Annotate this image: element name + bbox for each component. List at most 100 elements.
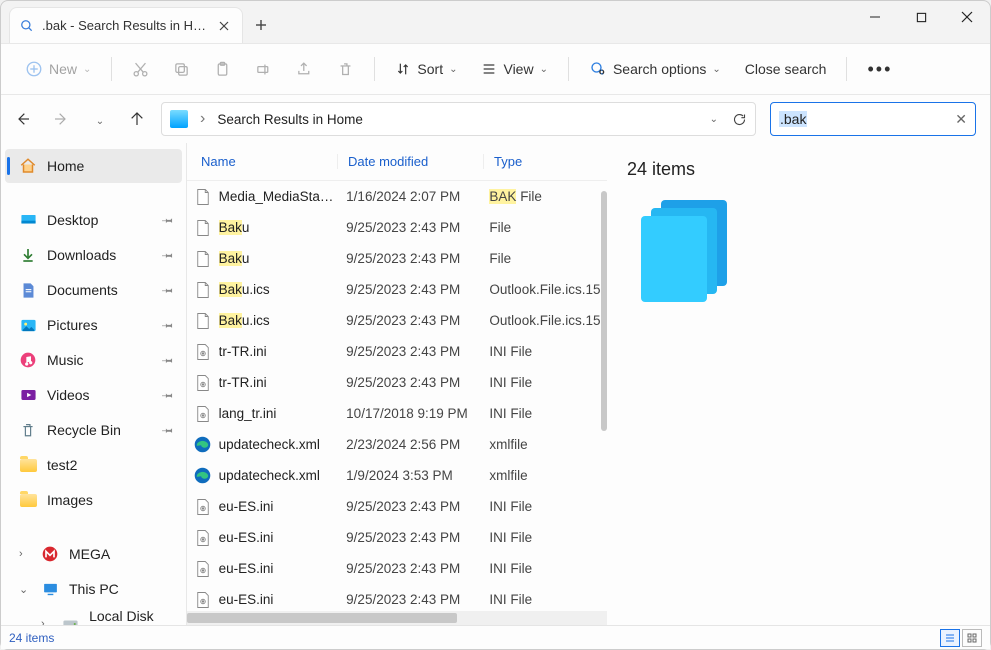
file-row[interactable]: eu-ES.ini9/25/2023 2:43 PMINI File: [187, 553, 607, 584]
minimize-button[interactable]: [852, 1, 898, 33]
column-name[interactable]: Name: [201, 154, 337, 169]
file-name: eu-ES.ini: [219, 530, 337, 545]
file-type: INI File: [479, 375, 607, 390]
file-row[interactable]: updatecheck.xml2/23/2024 2:56 PMxmlfile: [187, 429, 607, 460]
copy-button[interactable]: [163, 51, 200, 87]
sidebar-item-documents[interactable]: Documents: [5, 273, 182, 307]
rename-button[interactable]: [245, 51, 282, 87]
pin-icon: [161, 387, 177, 403]
share-icon: [296, 61, 313, 78]
file-row[interactable]: updatecheck.xml1/9/2024 3:53 PMxmlfile: [187, 460, 607, 491]
toolbar: New ⌄ Sort ⌄ View ⌄ Search options ⌄ Clo…: [1, 43, 990, 95]
more-button[interactable]: •••: [857, 51, 902, 87]
close-search-button[interactable]: Close search: [735, 51, 837, 87]
tab-active[interactable]: .bak - Search Results in Home: [9, 7, 243, 43]
sidebar-item-test2[interactable]: test2: [5, 448, 182, 482]
file-row[interactable]: eu-ES.ini9/25/2023 2:43 PMINI File: [187, 522, 607, 553]
file-row[interactable]: tr-TR.ini9/25/2023 2:43 PMINI File: [187, 336, 607, 367]
preview-thumbnail: [637, 200, 727, 300]
sidebar-item-music[interactable]: Music: [5, 343, 182, 377]
file-row[interactable]: eu-ES.ini9/25/2023 2:43 PMINI File: [187, 491, 607, 522]
file-row[interactable]: tr-TR.ini9/25/2023 2:43 PMINI File: [187, 367, 607, 398]
column-type[interactable]: Type: [483, 154, 603, 169]
file-date: 9/25/2023 2:43 PM: [336, 251, 479, 266]
up-button[interactable]: [129, 111, 147, 127]
file-row[interactable]: eu-ES.ini9/25/2023 2:43 PMINI File: [187, 584, 607, 611]
sidebar-item-home[interactable]: Home: [5, 149, 182, 183]
sidebar-item-label: MEGA: [69, 546, 110, 562]
breadcrumb[interactable]: Search Results in Home: [217, 112, 363, 127]
sidebar-item-images[interactable]: Images: [5, 483, 182, 517]
file-date: 2/23/2024 2:56 PM: [336, 437, 479, 452]
delete-icon: [337, 61, 354, 78]
file-row[interactable]: Media_MediaStackE...1/16/2024 2:07 PMBAK…: [187, 181, 607, 212]
file-row[interactable]: Baku.ics9/25/2023 2:43 PMOutlook.File.ic…: [187, 305, 607, 336]
view-button[interactable]: View ⌄: [471, 51, 557, 87]
cut-button[interactable]: [122, 51, 159, 87]
search-options-button[interactable]: Search options ⌄: [579, 51, 731, 87]
vertical-scrollbar[interactable]: [601, 191, 607, 431]
sidebar-item-pictures[interactable]: Pictures: [5, 308, 182, 342]
file-icon: [193, 466, 213, 486]
share-button[interactable]: [286, 51, 323, 87]
sidebar-item-downloads[interactable]: Downloads: [5, 238, 182, 272]
search-box[interactable]: .bak ✕: [770, 102, 976, 136]
divider: [568, 57, 569, 81]
file-row[interactable]: lang_tr.ini10/17/2018 9:19 PMINI File: [187, 398, 607, 429]
sidebar-item-label: test2: [47, 457, 77, 473]
search-icon: [20, 19, 34, 33]
file-name: tr-TR.ini: [219, 344, 337, 359]
recent-button[interactable]: ⌄: [91, 111, 109, 127]
divider: [374, 57, 375, 81]
maximize-button[interactable]: [898, 1, 944, 33]
drive-icon: [62, 615, 79, 625]
file-type: INI File: [479, 592, 607, 607]
column-date[interactable]: Date modified: [337, 154, 483, 169]
close-window-button[interactable]: [944, 1, 990, 33]
divider: [846, 57, 847, 81]
file-row[interactable]: Baku9/25/2023 2:43 PMFile: [187, 243, 607, 274]
sidebar-item-localdisk[interactable]: › Local Disk (C:): [5, 607, 182, 625]
details-pane: 24 items: [607, 143, 990, 625]
horizontal-scrollbar[interactable]: [187, 611, 607, 625]
file-name: Media_MediaStackE...: [219, 189, 337, 204]
refresh-button[interactable]: [732, 112, 747, 127]
new-tab-button[interactable]: [243, 7, 279, 43]
details-view-button[interactable]: [940, 629, 960, 647]
file-row[interactable]: Baku9/25/2023 2:43 PMFile: [187, 212, 607, 243]
file-icon: [193, 342, 213, 362]
tab-close-button[interactable]: [216, 18, 232, 34]
file-row[interactable]: Baku.ics9/25/2023 2:43 PMOutlook.File.ic…: [187, 274, 607, 305]
sort-label: Sort: [417, 61, 443, 77]
sort-button[interactable]: Sort ⌄: [385, 51, 467, 87]
forward-button[interactable]: [53, 111, 71, 127]
sidebar-item-thispc[interactable]: ⌄ This PC: [5, 572, 182, 606]
file-icon: [193, 435, 213, 455]
paste-button[interactable]: [204, 51, 241, 87]
file-name: Baku.ics: [219, 282, 337, 297]
sidebar-item-mega[interactable]: › MEGA: [5, 537, 182, 571]
thumbnails-view-button[interactable]: [962, 629, 982, 647]
column-headers: Name Date modified Type: [187, 143, 607, 181]
file-name: updatecheck.xml: [219, 468, 337, 483]
file-type: File: [479, 251, 607, 266]
delete-button[interactable]: [327, 51, 364, 87]
sidebar-item-recycle-bin[interactable]: Recycle Bin: [5, 413, 182, 447]
chevron-down-icon: ⌄: [712, 64, 720, 75]
sidebar-item-desktop[interactable]: Desktop: [5, 203, 182, 237]
new-button[interactable]: New ⌄: [15, 51, 101, 87]
chevron-down-icon: ⌄: [96, 116, 104, 127]
breadcrumb-separator: ›: [200, 110, 205, 128]
content-area: Name Date modified Type Media_MediaStack…: [187, 143, 990, 625]
search-query-text: .bak: [779, 111, 807, 127]
clear-search-button[interactable]: ✕: [955, 111, 967, 128]
file-rows: Media_MediaStackE...1/16/2024 2:07 PMBAK…: [187, 181, 607, 611]
file-name: eu-ES.ini: [219, 592, 337, 607]
sidebar-item-videos[interactable]: Videos: [5, 378, 182, 412]
address-bar[interactable]: › Search Results in Home ⌄: [161, 102, 756, 136]
address-history-button[interactable]: ⌄: [710, 114, 718, 125]
scrollbar-thumb[interactable]: [187, 613, 457, 623]
mega-icon: [41, 545, 59, 563]
file-date: 1/16/2024 2:07 PM: [336, 189, 479, 204]
back-button[interactable]: [15, 111, 33, 127]
